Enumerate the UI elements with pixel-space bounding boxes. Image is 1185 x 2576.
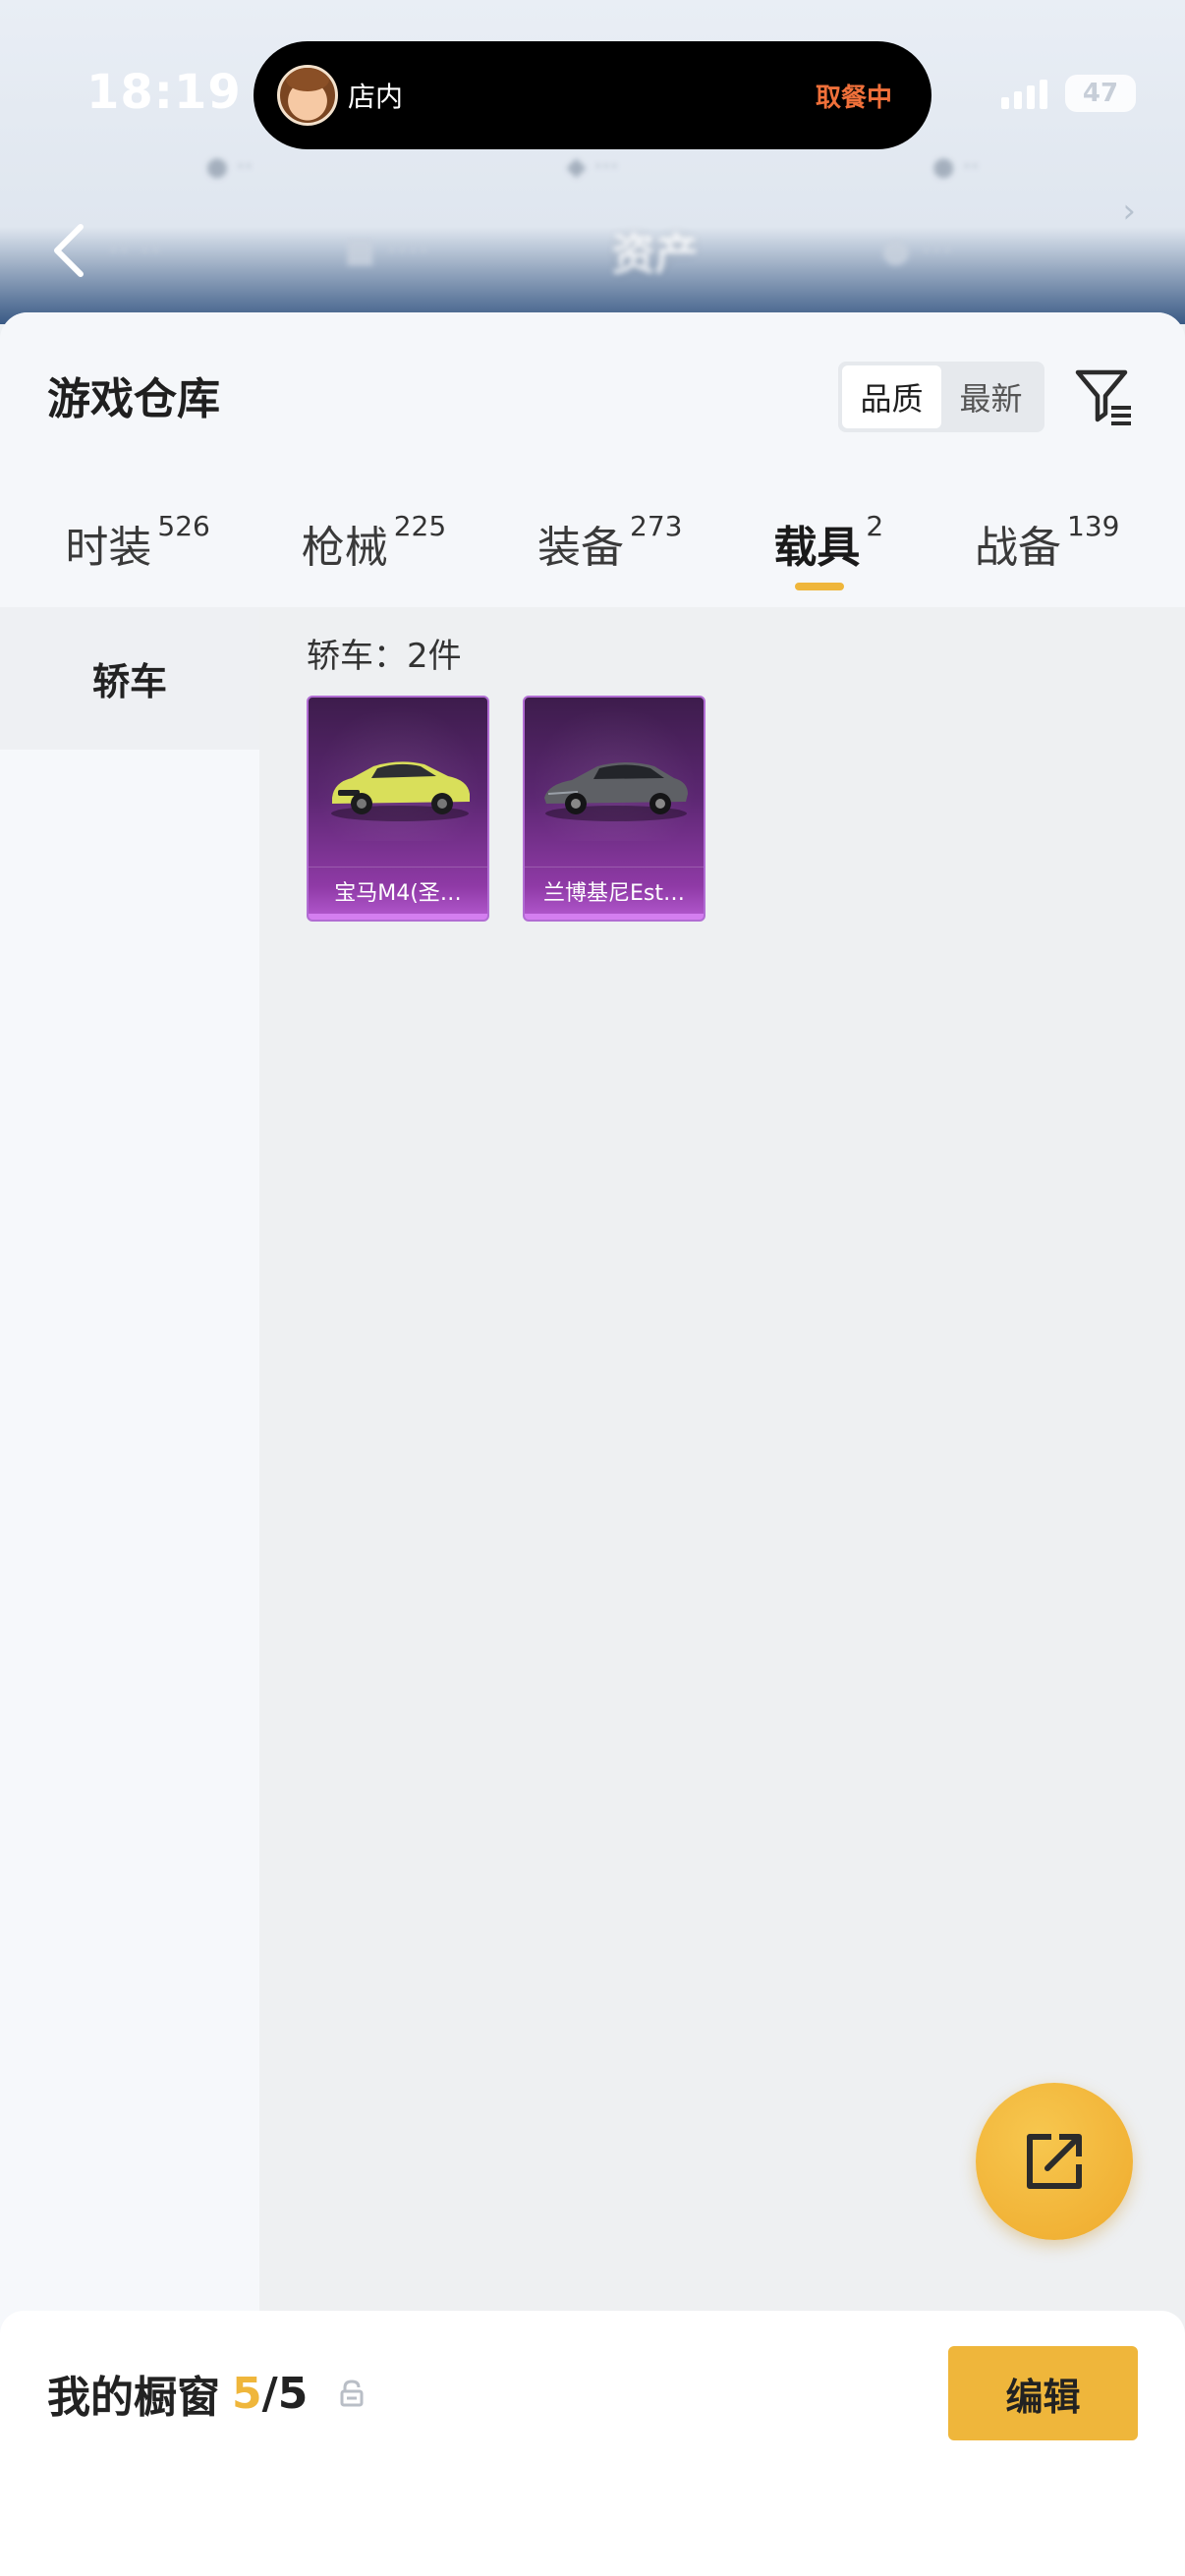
showcase-label: 我的橱窗 5 /5: [47, 2362, 365, 2425]
section-heading: 轿车：2件: [307, 637, 462, 676]
item-card[interactable]: 兰博基尼Est…: [523, 696, 705, 922]
signal-icon: [1001, 78, 1047, 109]
filter-icon[interactable]: [1069, 362, 1138, 432]
sort-option-quality[interactable]: 品质: [842, 365, 941, 428]
tab-weapons[interactable]: 枪械 225: [302, 504, 446, 607]
tab-fashion[interactable]: 时装 526: [65, 504, 209, 607]
status-time: 18:19: [86, 65, 242, 120]
subcategory-rail: 轿车: [0, 607, 259, 2576]
tab-label: 枪械: [301, 523, 388, 573]
tab-label: 载具: [773, 523, 861, 573]
background-nav-row: ·· ·· ■ ···· 资产 ● ···: [49, 206, 1136, 295]
tab-equipment[interactable]: 装备 273: [537, 504, 682, 607]
item-card[interactable]: 宝马M4(圣…: [307, 696, 489, 922]
tab-count: 526: [157, 510, 210, 542]
avatar: [277, 65, 338, 126]
live-activity-status: 取餐中: [815, 83, 892, 113]
tab-label: 时装: [65, 523, 152, 573]
status-indicators: 47: [1001, 75, 1136, 112]
lock-icon[interactable]: [339, 2379, 365, 2408]
rarity-strip: [309, 914, 487, 920]
tab-label: 装备: [537, 523, 625, 573]
live-activity-island[interactable]: 店内 取餐中: [254, 41, 931, 149]
battery-icon: 47: [1065, 75, 1136, 112]
item-grid-area: 轿车：2件 宝马M4(圣… 兰博基尼Est…: [259, 607, 1185, 2576]
tab-count: 225: [393, 510, 447, 542]
car-gray-image: [544, 762, 688, 821]
car-yellow-image: [331, 761, 470, 821]
rail-item-sedan[interactable]: 轿车: [0, 607, 259, 750]
category-tabs: 时装 526 枪械 225 装备 273 载具 2 战备 139: [0, 504, 1185, 607]
showcase-title: 我的橱窗: [47, 2373, 220, 2423]
item-grid: 宝马M4(圣… 兰博基尼Est…: [307, 696, 705, 922]
showcase-total-count: /5: [261, 2368, 309, 2419]
warehouse-sheet: 游戏仓库 品质 最新 时装 526 枪械 225 装备 273 载具 2 战备 …: [0, 312, 1185, 2576]
edit-button[interactable]: 编辑: [948, 2346, 1138, 2440]
tab-count: 139: [1067, 510, 1120, 542]
tab-count: 273: [630, 510, 683, 542]
sheet-header: 游戏仓库 品质 最新 时装 526 枪械 225 装备 273 载具 2 战备 …: [0, 312, 1185, 607]
showcase-used-count: 5: [232, 2368, 262, 2419]
share-button[interactable]: [976, 2083, 1133, 2240]
active-tab-indicator: [795, 583, 845, 590]
sort-toggle: 品质 最新: [838, 362, 1044, 432]
tab-count: 2: [866, 510, 884, 542]
share-icon: [1027, 2134, 1082, 2189]
back-chevron-icon[interactable]: [39, 211, 98, 290]
sort-option-newest[interactable]: 最新: [941, 365, 1041, 428]
item-name: 兰博基尼Est…: [525, 867, 704, 914]
rarity-strip: [525, 914, 704, 920]
item-name: 宝马M4(圣…: [309, 867, 487, 914]
background-title: 资产: [611, 230, 699, 280]
showcase-bar: 我的橱窗 5 /5 编辑: [0, 2311, 1185, 2576]
page-title: 游戏仓库: [47, 374, 220, 424]
tab-vehicles[interactable]: 载具 2: [773, 504, 883, 607]
tab-combat-gear[interactable]: 战备 139: [975, 504, 1119, 607]
live-activity-label: 店内: [348, 81, 404, 113]
tab-label: 战备: [975, 523, 1062, 573]
chevron-right-icon: ›: [1122, 192, 1136, 231]
